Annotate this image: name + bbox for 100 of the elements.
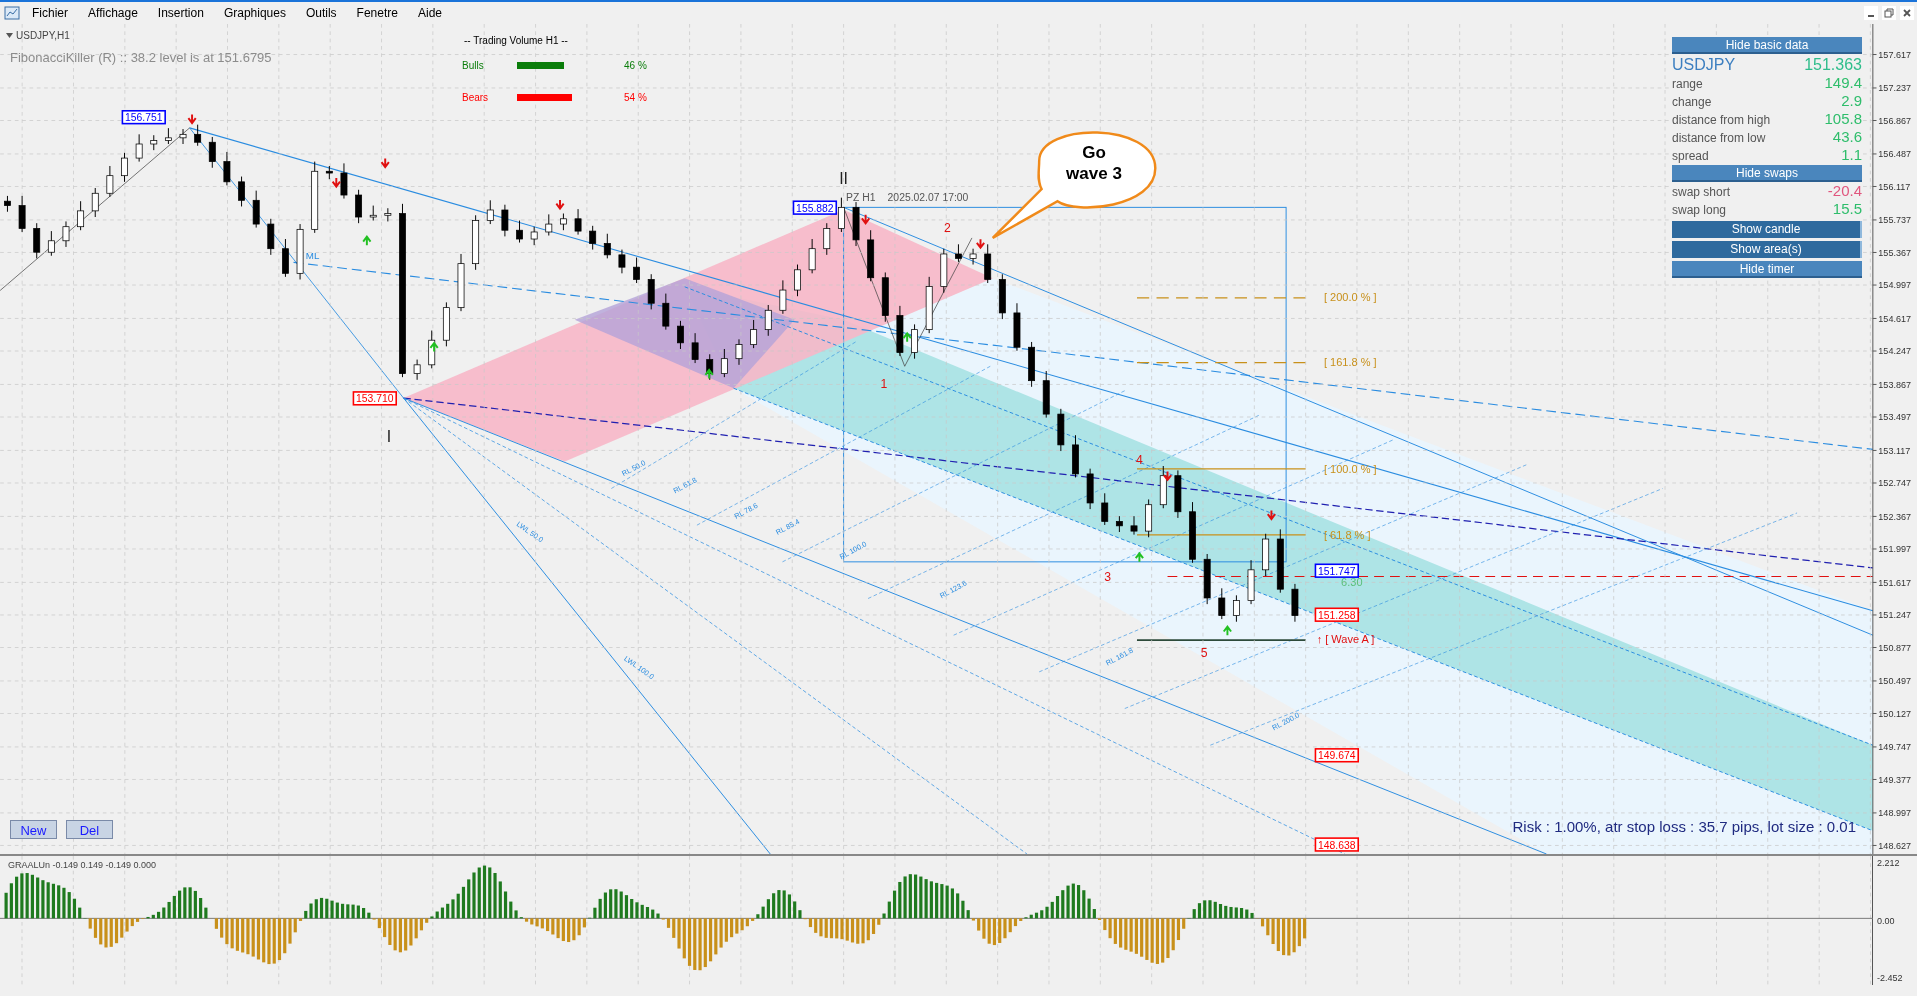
volume-percent: 54 % xyxy=(624,90,647,105)
price-axis-label: 154.247 xyxy=(1878,346,1911,357)
candle xyxy=(662,293,670,331)
candle xyxy=(545,213,553,236)
zone-time: 2025.02.07 17:00 xyxy=(887,192,969,204)
price-axis-label: 153.867 xyxy=(1878,379,1911,390)
candle xyxy=(603,233,611,259)
candle xyxy=(530,226,538,246)
candle xyxy=(223,151,231,186)
menu-item[interactable]: Insertion xyxy=(157,4,204,22)
candle xyxy=(325,165,333,180)
price-label: 155.882 xyxy=(792,200,838,215)
candle xyxy=(267,218,275,256)
zone-label: PZ H1 xyxy=(846,192,876,204)
restore-icon[interactable] xyxy=(1882,6,1896,20)
info-row-label: spread xyxy=(1672,147,1709,165)
candle xyxy=(837,197,845,233)
candle xyxy=(486,199,494,225)
price-axis-label: 150.877 xyxy=(1878,642,1911,653)
candle xyxy=(925,276,933,334)
price-axis-label: 155.737 xyxy=(1878,215,1911,226)
indicator-label: GRAALUn -0.149 0.149 -0.149 0.000 xyxy=(8,859,157,872)
candle xyxy=(1174,469,1182,519)
menu-item[interactable]: Affichage xyxy=(88,4,138,22)
candle xyxy=(457,253,465,312)
pips-label: 6.30 xyxy=(1341,576,1363,589)
toggle-button[interactable]: Show candle xyxy=(1672,221,1862,238)
candle xyxy=(4,195,11,213)
price-axis-label: 156.867 xyxy=(1878,115,1911,126)
up-arrow-icon xyxy=(1222,625,1233,637)
volume-label: Bears xyxy=(462,90,490,105)
price-axis-label: 154.997 xyxy=(1878,280,1911,291)
indicator-axis-label: -2.452 xyxy=(1877,972,1904,984)
candle xyxy=(750,319,758,349)
info-symbol: USDJPY xyxy=(1672,54,1736,75)
toggle-button[interactable]: Hide swaps xyxy=(1672,165,1862,182)
callout-text: Go wave 3 xyxy=(1065,142,1123,184)
menu-item[interactable]: Graphiques xyxy=(223,4,286,22)
info-row-label: range xyxy=(1672,75,1703,93)
candle xyxy=(852,201,860,247)
candle xyxy=(179,128,187,145)
candle xyxy=(238,176,245,207)
info-row-label: distance from high xyxy=(1672,111,1771,129)
price-axis-label: 148.997 xyxy=(1878,808,1911,819)
chart-button[interactable]: New xyxy=(10,820,57,839)
info-row-label: swap long xyxy=(1672,201,1727,219)
price-axis-label: 152.747 xyxy=(1878,478,1911,489)
candle xyxy=(121,152,128,183)
toggle-button[interactable]: Hide timer xyxy=(1672,261,1862,278)
toggle-button[interactable]: Show area(s) xyxy=(1672,241,1862,258)
candle xyxy=(340,162,348,200)
toggle-button[interactable]: Hide basic data xyxy=(1672,37,1862,54)
menu-item[interactable]: Aide xyxy=(417,4,442,22)
close-icon[interactable] xyxy=(1900,6,1914,20)
info-row-label: change xyxy=(1672,93,1712,111)
wave-a-label: ↑ [ Wave A ] xyxy=(1316,632,1375,645)
down-arrow-icon xyxy=(860,213,871,225)
candle xyxy=(1218,587,1226,620)
fib-level-label: [ 161.8 % ] xyxy=(1324,356,1377,369)
candle xyxy=(808,238,816,274)
candle xyxy=(1115,515,1123,533)
minimize-icon[interactable] xyxy=(1864,6,1878,20)
symbol-label: USDJPY,H1 xyxy=(16,29,70,43)
price-axis-label: 153.117 xyxy=(1878,445,1911,456)
candle xyxy=(867,229,875,282)
price-label: 148.638 xyxy=(1314,837,1359,852)
menu-item[interactable]: Fenetre xyxy=(356,4,398,22)
menu-item[interactable]: Fichier xyxy=(32,4,68,22)
candle xyxy=(1145,498,1153,538)
collapse-triangle-icon[interactable] xyxy=(6,33,13,38)
info-row-value: 105.8 xyxy=(1824,109,1862,130)
candle xyxy=(472,214,480,271)
down-arrow-icon xyxy=(187,113,197,125)
candle xyxy=(779,279,787,315)
wave-label: II xyxy=(839,170,848,188)
price-axis-label: 152.367 xyxy=(1878,511,1911,522)
candle xyxy=(896,305,904,357)
candle xyxy=(560,213,567,231)
info-row-label: distance from low xyxy=(1672,129,1766,147)
candle xyxy=(1262,533,1270,577)
candle xyxy=(135,133,143,163)
price-axis-label: 151.997 xyxy=(1878,544,1911,555)
fib-level-label: [ 100.0 % ] xyxy=(1324,462,1377,475)
indicator-axis-label: 0.00 xyxy=(1877,914,1896,927)
menu-item[interactable]: Outils xyxy=(305,4,337,22)
candle xyxy=(106,165,114,198)
down-arrow-icon xyxy=(975,238,986,250)
app-icon xyxy=(4,5,20,21)
up-arrow-icon xyxy=(429,341,439,353)
chart-button[interactable]: Del xyxy=(66,820,113,839)
info-price: 151.363 xyxy=(1804,54,1862,75)
volume-label: Bulls xyxy=(462,58,485,73)
candle xyxy=(647,273,655,310)
candle xyxy=(1276,528,1284,594)
candle xyxy=(1101,492,1109,526)
risk-text: Risk : 1.00%, atr stop loss : 35.7 pips, lot size : 0.01 xyxy=(1512,817,1856,837)
price-axis-label: 148.627 xyxy=(1878,840,1911,851)
up-arrow-icon xyxy=(362,235,372,247)
price-axis-label: 154.617 xyxy=(1878,313,1911,324)
candle xyxy=(1028,341,1035,388)
